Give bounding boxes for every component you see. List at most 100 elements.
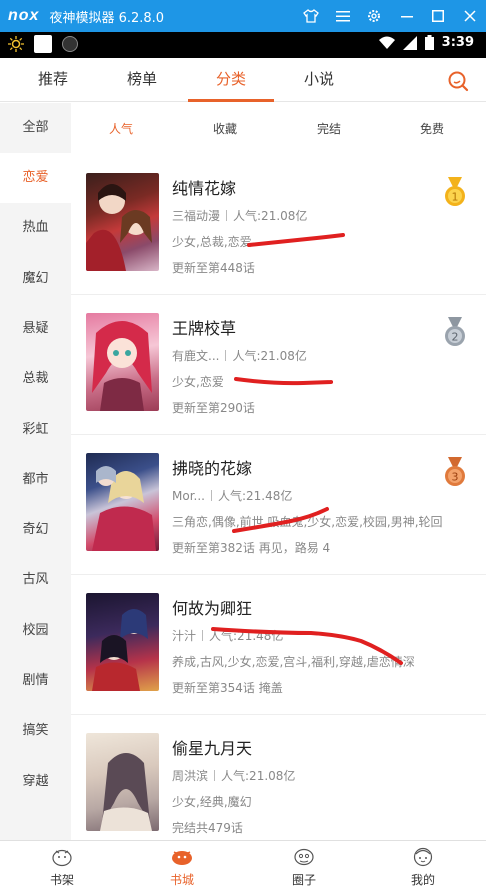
red-scribble-mark <box>234 377 333 386</box>
sidebar-item-rainbow[interactable]: 彩虹 <box>0 405 71 455</box>
nav-mine[interactable]: 我的 <box>388 841 458 893</box>
comic-cover[interactable] <box>86 173 159 271</box>
comic-meta: 汁汁 人气:21.48亿 <box>172 627 283 644</box>
sidebar-item-fantasy[interactable]: 奇幻 <box>0 505 71 555</box>
emulator-title: 夜神模拟器 6.2.8.0 <box>49 10 165 26</box>
shirt-icon[interactable] <box>297 0 325 32</box>
bottom-nav: 书架 书城 圈子 我的 <box>0 840 486 892</box>
comic-popularity: 人气:21.48亿 <box>217 489 293 503</box>
sidebar-item-romance[interactable]: 恋爱 <box>0 153 71 203</box>
active-tab-indicator <box>188 99 274 102</box>
sidebar-item-ceo[interactable]: 总裁 <box>0 354 71 404</box>
clock: 3:39 <box>441 35 474 50</box>
profile-icon <box>413 847 433 867</box>
sidebar-item-timetravel[interactable]: 穿越 <box>0 757 71 807</box>
tab-recommend[interactable]: 推荐 <box>38 58 68 102</box>
tab-category[interactable]: 分类 <box>216 58 246 102</box>
sidebar-item-comedy[interactable]: 搞笑 <box>0 706 71 756</box>
comic-title: 纯情花嫁 <box>172 179 237 198</box>
genre-sidebar: 全部 恋爱 热血 魔幻 悬疑 总裁 彩虹 都市 奇幻 古风 校园 剧情 搞笑 穿… <box>0 103 71 840</box>
comic-cover[interactable] <box>86 593 159 691</box>
medal-rank: 3 <box>452 471 459 484</box>
medal-rank: 2 <box>452 331 459 344</box>
battery-icon <box>424 35 434 50</box>
comic-title: 王牌校草 <box>172 319 237 338</box>
comic-author: 汁汁 <box>172 629 197 643</box>
comic-update: 更新至第290话 <box>172 401 255 415</box>
comic-genres: 少女,总裁,恋爱 <box>172 235 252 249</box>
comic-cover[interactable] <box>86 733 159 831</box>
red-scribble-mark <box>247 233 345 247</box>
comic-update: 完结共479话 <box>172 821 243 835</box>
sidebar-item-urban[interactable]: 都市 <box>0 455 71 505</box>
comic-author: 三福动漫 <box>172 209 221 223</box>
menu-icon[interactable] <box>329 0 357 32</box>
nav-bookstore[interactable]: 书城 <box>147 841 217 893</box>
comic-meta: 周洪滨 人气:21.08亿 <box>172 767 295 784</box>
gear-icon[interactable] <box>360 0 388 32</box>
bookstore-icon <box>172 851 192 865</box>
white-square-icon <box>34 35 52 53</box>
nav-label: 我的 <box>410 873 435 887</box>
nav-circle[interactable]: 圈子 <box>269 841 339 893</box>
filter-free[interactable]: 免费 <box>420 103 444 155</box>
silver-medal-icon: 2 <box>445 317 465 346</box>
comic-title: 偷星九月天 <box>172 739 253 758</box>
nav-label: 书架 <box>49 873 74 887</box>
sidebar-item-campus[interactable]: 校园 <box>0 606 71 656</box>
tab-novel[interactable]: 小说 <box>304 58 334 102</box>
comic-author: Mor... <box>172 489 205 503</box>
sidebar-item-all[interactable]: 全部 <box>0 103 71 153</box>
comic-title: 何故为卿狂 <box>172 599 253 618</box>
sidebar-item-ancient[interactable]: 古风 <box>0 555 71 605</box>
maximize-icon[interactable] <box>424 0 452 32</box>
filter-popular[interactable]: 人气 <box>109 103 133 155</box>
wifi-icon <box>378 36 395 49</box>
status-bar: 3:39 <box>0 32 486 58</box>
list-item[interactable]: 纯情花嫁 三福动漫 人气:21.08亿 少女,总裁,恋爱 更新至第448话 1 <box>71 155 486 295</box>
comic-meta: 三福动漫 人气:21.08亿 <box>172 207 307 224</box>
comic-author: 有鹿文... <box>172 349 220 363</box>
sort-filter-row: 人气 收藏 完结 免费 <box>71 103 486 155</box>
app-round-icon <box>62 36 78 52</box>
circle-community-icon <box>294 848 314 866</box>
signal-icon <box>402 35 417 50</box>
comic-update: 更新至第448话 <box>172 261 255 275</box>
comic-popularity: 人气:21.08亿 <box>233 209 308 223</box>
comic-meta: 有鹿文... 人气:21.08亿 <box>172 347 307 364</box>
list-item[interactable]: 偷星九月天 周洪滨 人气:21.08亿 少女,经典,魔幻 完结共479话 <box>71 715 486 855</box>
comic-popularity: 人气:21.48亿 <box>209 629 284 643</box>
sidebar-item-magic[interactable]: 魔幻 <box>0 254 71 304</box>
filter-favorites[interactable]: 收藏 <box>213 103 237 155</box>
sidebar-item-drama[interactable]: 剧情 <box>0 656 71 706</box>
list-item[interactable]: 王牌校草 有鹿文... 人气:21.08亿 少女,恋爱 更新至第290话 2 <box>71 295 486 435</box>
comic-popularity: 人气:21.08亿 <box>221 769 296 783</box>
filter-completed[interactable]: 完结 <box>317 103 341 155</box>
comic-title: 拂晓的花嫁 <box>172 459 253 478</box>
medal-rank: 1 <box>452 191 459 204</box>
emulator-title-bar: nox 夜神模拟器 6.2.8.0 <box>0 0 486 32</box>
comic-genres: 养成,古风,少女,恋爱,宫斗,福利,穿越,虐恋情深 <box>172 655 415 669</box>
list-item[interactable]: 何故为卿狂 汁汁 人气:21.48亿 养成,古风,少女,恋爱,宫斗,福利,穿越,虐… <box>71 575 486 715</box>
bookshelf-icon <box>52 849 72 867</box>
nav-bookshelf[interactable]: 书架 <box>27 841 97 893</box>
top-tabs: 推荐 榜单 分类 小说 <box>0 58 486 102</box>
comic-genres: 三角恋,偶像,前世,吸血鬼,少女,恋爱,校园,男神,轮回 <box>172 515 443 529</box>
close-icon[interactable] <box>456 0 484 32</box>
gold-medal-icon: 1 <box>445 177 465 206</box>
sidebar-item-mystery[interactable]: 悬疑 <box>0 304 71 354</box>
comic-meta: Mor... 人气:21.48亿 <box>172 487 292 504</box>
comic-popularity: 人气:21.08亿 <box>232 349 307 363</box>
tab-ranking[interactable]: 榜单 <box>127 58 157 102</box>
search-icon[interactable] <box>447 70 469 92</box>
minimize-icon[interactable] <box>393 0 421 32</box>
sun-icon <box>8 36 24 52</box>
sidebar-item-action[interactable]: 热血 <box>0 203 71 253</box>
comic-update: 更新至第382话 再见，路易 4 <box>172 541 331 555</box>
comic-cover[interactable] <box>86 313 159 411</box>
comic-update: 更新至第354话 掩盖 <box>172 681 283 695</box>
comic-cover[interactable] <box>86 453 159 551</box>
list-item[interactable]: 拂晓的花嫁 Mor... 人气:21.48亿 三角恋,偶像,前世,吸血鬼,少女,恋… <box>71 435 486 575</box>
nav-label: 书城 <box>169 873 194 887</box>
comic-genres: 少女,经典,魔幻 <box>172 795 252 809</box>
